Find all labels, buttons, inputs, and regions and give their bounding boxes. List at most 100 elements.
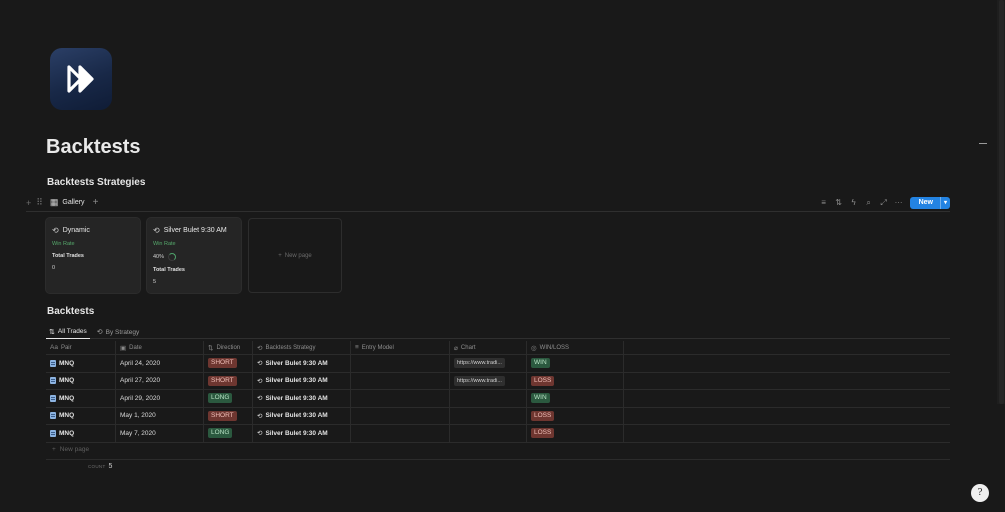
filter-icon[interactable]: ≡ [820,198,828,207]
cell-result[interactable]: WIN [527,390,624,407]
cell-entry-model[interactable] [351,355,450,372]
column-header-pair[interactable]: Aa Pair [46,341,116,354]
pair-text[interactable]: MNQ [59,395,74,402]
tab-label: All Trades [57,328,87,335]
cell-chart[interactable]: https://www.tradi... [450,355,527,372]
divider [46,459,950,460]
row-count[interactable]: COUNT 5 [88,463,112,470]
column-header-strategy[interactable]: ⟲ Backtests Strategy [253,341,351,354]
direction-tag: LONG [208,393,233,404]
cell-result[interactable]: LOSS [527,425,624,442]
page-title[interactable]: Backtests [46,136,141,159]
chart-link[interactable]: https://www.tradi... [454,358,505,369]
pair-text[interactable]: MNQ [59,412,74,419]
column-header-winloss[interactable]: ◎ WIN/LOSS [527,341,624,354]
cell-chart[interactable] [450,425,527,442]
cell-direction[interactable]: LONG [204,390,253,407]
column-header-chart[interactable]: ⌀ Chart [450,341,527,354]
column-header-entry-model[interactable]: ≡ Entry Model [351,341,450,354]
column-header-direction[interactable]: ⇅ Direction [204,341,253,354]
cell-entry-model[interactable] [351,425,450,442]
cell-strategy[interactable]: ⟲ Silver Bulet 9:30 AM [253,425,351,442]
status-icon: ◎ [531,344,537,352]
add-block-icon[interactable]: + [26,198,31,208]
gallery-new-page[interactable]: + New page [248,218,342,293]
strategy-card-silver-bulet[interactable]: ⟲ Silver Bulet 9:30 AM Win Rate 40% Tota… [147,218,241,293]
column-header-empty[interactable] [624,341,950,354]
bolt-icon[interactable]: ϟ [850,198,858,207]
cell-chart[interactable] [450,407,527,424]
column-header-date[interactable]: ▣ Date [116,341,204,354]
tab-by-strategy[interactable]: ⟲ By Strategy [94,323,142,339]
cell-date[interactable]: April 27, 2020 [116,372,204,389]
cell-date[interactable]: May 7, 2020 [116,425,204,442]
search-icon[interactable]: ⌕ [865,198,873,208]
cell-strategy[interactable]: ⟲ Silver Bulet 9:30 AM [253,372,351,389]
cell-direction[interactable]: LONG [204,425,253,442]
table-row[interactable]: MNQ May 7, 2020 LONG ⟲ Silver Bulet 9:30 … [46,425,950,443]
cell-direction[interactable]: SHORT [204,407,253,424]
drag-handle-icon[interactable]: ⠿ [36,197,43,208]
cell-strategy[interactable]: ⟲ Silver Bulet 9:30 AM [253,355,351,372]
cell-entry-model[interactable] [351,390,450,407]
table-new-page[interactable]: + New page [52,446,89,453]
scroll-thumb[interactable] [999,0,1004,404]
cell-date[interactable]: May 1, 2020 [116,407,204,424]
cell-direction[interactable]: SHORT [204,355,253,372]
table-row[interactable]: MNQ April 24, 2020 SHORT ⟲ Silver Bulet 9… [46,355,950,373]
text-lines-icon: ≡ [355,344,359,351]
new-page-label: New page [284,252,312,259]
expand-icon[interactable]: ⤢ [880,198,888,208]
pair-text[interactable]: MNQ [59,377,74,384]
total-trades-value: 5 [153,279,157,285]
cell-result[interactable]: WIN [527,355,624,372]
relation-icon: ⟲ [257,360,263,368]
win-rate-value: 40% [153,253,235,261]
chevron-down-icon[interactable]: ▾ [939,196,950,209]
page-icon[interactable] [50,48,112,110]
tab-all-trades[interactable]: ⇅ All Trades [46,323,90,339]
cell-pair: MNQ [46,355,116,372]
table-row[interactable]: MNQ April 29, 2020 LONG ⟲ Silver Bulet 9:… [46,390,950,408]
help-button[interactable]: ? [971,484,989,502]
cell-entry-model[interactable] [351,372,450,389]
cell-result[interactable]: LOSS [527,407,624,424]
sort-icon: ⇅ [49,328,55,336]
total-trades-value: 0 [52,265,56,271]
strategies-heading[interactable]: Backtests Strategies [47,177,145,188]
cell-entry-model[interactable] [351,407,450,424]
strategy-link[interactable]: Silver Bulet 9:30 AM [265,430,327,437]
table-row[interactable]: MNQ May 1, 2020 SHORT ⟲ Silver Bulet 9:30… [46,407,950,425]
result-tag: LOSS [531,428,555,439]
result-tag: WIN [531,358,550,369]
chart-link[interactable]: https://www.tradi... [454,375,505,386]
pair-text[interactable]: MNQ [59,430,74,437]
pair-text[interactable]: MNQ [59,360,74,367]
strategy-card-dynamic[interactable]: ⟲ Dynamic Win Rate Total Trades 0 [46,218,140,293]
strategy-link[interactable]: Silver Bulet 9:30 AM [265,360,327,367]
strategy-link[interactable]: Silver Bulet 9:30 AM [265,377,327,384]
add-view-icon[interactable]: + [93,197,99,208]
cell-chart[interactable]: https://www.tradi... [450,372,527,389]
cell-strategy[interactable]: ⟲ Silver Bulet 9:30 AM [253,390,351,407]
trades-heading[interactable]: Backtests [47,306,94,317]
strategy-link[interactable]: Silver Bulet 9:30 AM [265,412,327,419]
more-icon[interactable]: ··· [895,198,903,207]
cell-date[interactable]: April 29, 2020 [116,390,204,407]
sort-icon[interactable]: ⇅ [835,198,843,207]
outline-toggle[interactable] [979,143,987,144]
strategy-link[interactable]: Silver Bulet 9:30 AM [265,395,327,402]
cell-date[interactable]: April 24, 2020 [116,355,204,372]
vertical-scrollbar[interactable] [997,0,1005,404]
page-doc-icon [50,412,56,420]
new-button[interactable]: New ▾ [909,196,950,209]
cell-chart[interactable] [450,390,527,407]
cell-direction[interactable]: SHORT [204,372,253,389]
cell-result[interactable]: LOSS [527,372,624,389]
relation-icon: ⟲ [257,344,263,352]
cell-strategy[interactable]: ⟲ Silver Bulet 9:30 AM [253,407,351,424]
tab-label: By Strategy [105,328,140,336]
tab-gallery[interactable]: ▦ Gallery [50,197,85,208]
table-row[interactable]: MNQ April 27, 2020 SHORT ⟲ Silver Bulet 9… [46,372,950,390]
plus-icon: + [52,446,56,453]
